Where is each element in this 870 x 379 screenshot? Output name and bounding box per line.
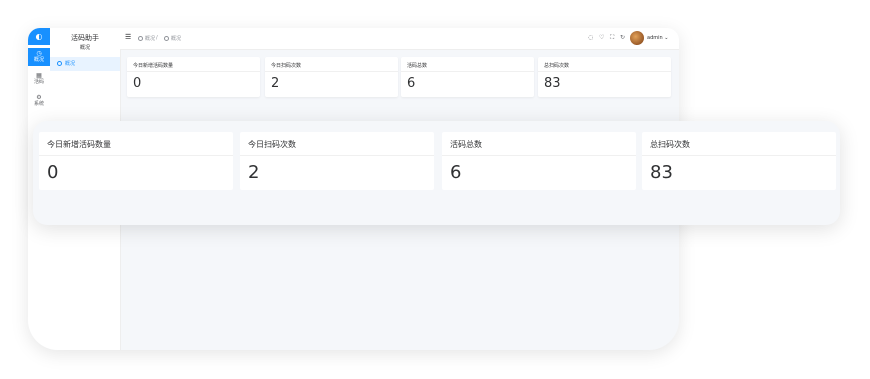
rail-item-livecode[interactable]: ▦ 活码 — [28, 70, 50, 88]
app-subtitle: 概况 — [79, 45, 90, 51]
divider — [265, 71, 398, 72]
divider — [538, 71, 671, 72]
stat-label: 今日新增活码数量 — [47, 140, 111, 149]
stat-value: 2 — [271, 76, 280, 91]
stat-value: 83 — [650, 162, 673, 183]
stat-card-zoomed: 今日扫码次数 2 — [240, 132, 434, 190]
stat-value: 6 — [450, 162, 462, 183]
stats-row: 今日新增活码数量 0 今日扫码次数 2 活码总数 6 总扫码次数 83 — [127, 57, 671, 97]
stat-value: 83 — [544, 76, 561, 91]
rail-item-system[interactable]: ⚙ 系统 — [28, 92, 50, 110]
breadcrumb-item[interactable]: 概况 — [164, 35, 181, 42]
stat-card-zoomed: 活码总数 6 — [442, 132, 636, 190]
stat-card: 总扫码次数 83 — [538, 57, 671, 97]
rail-item-overview[interactable]: ◷ 概况 — [28, 48, 50, 66]
top-bar: ☰ 概况 / 概况 ◌ ♡ ⛶ ↻ admin ⌄ — [120, 28, 679, 50]
refresh-icon[interactable]: ↻ — [620, 34, 625, 41]
divider — [442, 155, 636, 156]
user-menu[interactable]: admin ⌄ — [647, 35, 668, 41]
stat-value: 0 — [133, 76, 142, 91]
stat-label: 总扫码次数 — [650, 140, 690, 149]
stat-label: 活码总数 — [407, 63, 428, 69]
fullscreen-icon[interactable]: ⛶ — [610, 34, 614, 42]
breadcrumb-item[interactable]: 概况 — [138, 35, 155, 42]
submenu-item-label: 概况 — [65, 61, 76, 67]
divider — [642, 155, 836, 156]
gear-icon: ⚙ — [36, 94, 42, 101]
divider — [240, 155, 434, 156]
notification-icon[interactable]: ◌ — [588, 34, 593, 41]
qrcode-icon: ▦ — [36, 72, 42, 79]
stat-label: 活码总数 — [450, 140, 482, 149]
stat-label: 总扫码次数 — [544, 63, 570, 69]
stats-zoom-panel: 今日新增活码数量 0 今日扫码次数 2 活码总数 6 总扫码次数 83 — [33, 121, 840, 225]
avatar[interactable] — [630, 31, 644, 45]
stat-card: 今日扫码次数 2 — [265, 57, 398, 97]
stat-label: 今日新增活码数量 — [133, 63, 174, 69]
clock-icon — [57, 61, 62, 66]
stat-card: 活码总数 6 — [401, 57, 534, 97]
stat-value: 6 — [407, 76, 416, 91]
stat-card: 今日新增活码数量 0 — [127, 57, 260, 97]
stat-card-zoomed: 今日新增活码数量 0 — [39, 132, 233, 190]
logo-icon[interactable]: ◐ — [28, 28, 50, 45]
clock-icon — [164, 36, 169, 41]
submenu-item-overview[interactable]: 概况 — [50, 57, 120, 71]
stat-value: 2 — [248, 162, 260, 183]
stat-value: 0 — [47, 162, 59, 183]
clock-icon — [138, 36, 143, 41]
divider — [127, 71, 260, 72]
stat-label: 今日扫码次数 — [271, 63, 302, 69]
breadcrumb-separator: / — [156, 35, 158, 41]
theme-icon[interactable]: ♡ — [599, 34, 604, 41]
stat-label: 今日扫码次数 — [248, 140, 296, 149]
rail-item-label: 概况 — [33, 57, 44, 63]
app-title: 活码助手 — [71, 34, 99, 42]
divider — [39, 155, 233, 156]
clock-icon: ◷ — [36, 50, 42, 57]
chevron-down-icon: ⌄ — [664, 35, 669, 41]
divider — [401, 71, 534, 72]
rail-item-label: 系统 — [33, 101, 44, 107]
rail-item-label: 活码 — [33, 79, 44, 85]
stat-card-zoomed: 总扫码次数 83 — [642, 132, 836, 190]
menu-toggle-icon[interactable]: ☰ — [125, 33, 131, 41]
